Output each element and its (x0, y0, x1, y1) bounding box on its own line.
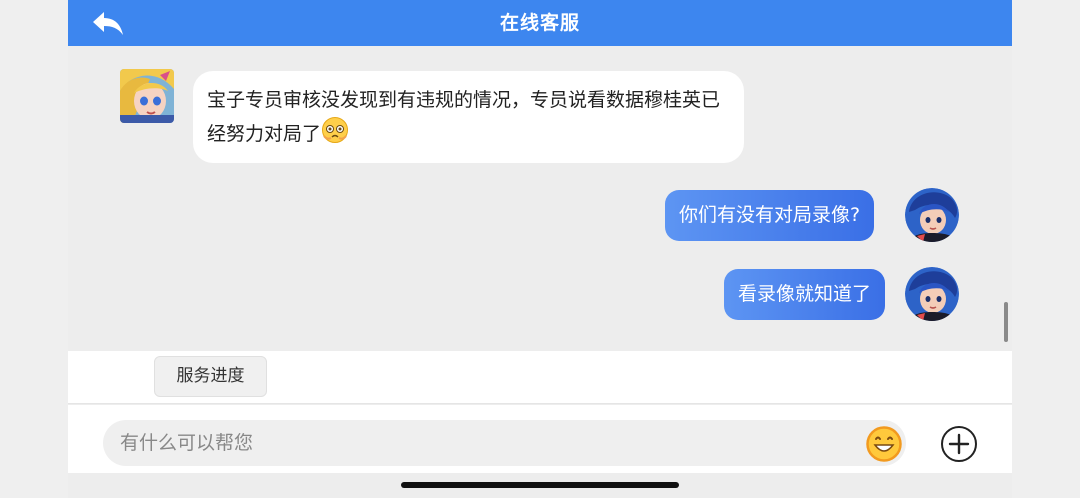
chat-window: 在线客服 宝子专员审核没发现到有违规的情况，专员说看数据穆桂英已经努力对局了 你… (68, 0, 1012, 498)
message-input-container (103, 420, 906, 466)
service-progress-button[interactable]: 服务进度 (154, 356, 267, 397)
message-input[interactable] (103, 420, 853, 466)
message-list[interactable]: 宝子专员审核没发现到有违规的情况，专员说看数据穆桂英已经努力对局了 你们有没有对… (68, 46, 1012, 351)
header-bar: 在线客服 (68, 0, 1012, 46)
user-message-bubble[interactable]: 看录像就知道了 (724, 269, 886, 320)
user-message-text: 看录像就知道了 (738, 283, 872, 305)
home-indicator[interactable] (401, 482, 679, 488)
user-avatar[interactable] (905, 267, 959, 321)
scrollbar[interactable] (1004, 302, 1008, 342)
pleading-face-emoji-icon (321, 116, 349, 144)
agent-avatar[interactable] (120, 69, 174, 123)
plus-circle-icon[interactable] (940, 425, 978, 463)
user-message-text: 你们有没有对局录像? (679, 204, 861, 226)
composer-bar (68, 405, 1012, 473)
agent-message-text: 宝子专员审核没发现到有违规的情况，专员说看数据穆桂英已经努力对局了 (207, 89, 721, 145)
smiley-icon[interactable] (865, 425, 903, 463)
user-message-bubble[interactable]: 你们有没有对局录像? (665, 190, 875, 241)
page-title: 在线客服 (499, 12, 580, 34)
agent-message-bubble[interactable]: 宝子专员审核没发现到有违规的情况，专员说看数据穆桂英已经努力对局了 (193, 71, 744, 163)
user-avatar[interactable] (905, 188, 959, 242)
quick-action-bar: 服务进度 (68, 351, 1012, 404)
